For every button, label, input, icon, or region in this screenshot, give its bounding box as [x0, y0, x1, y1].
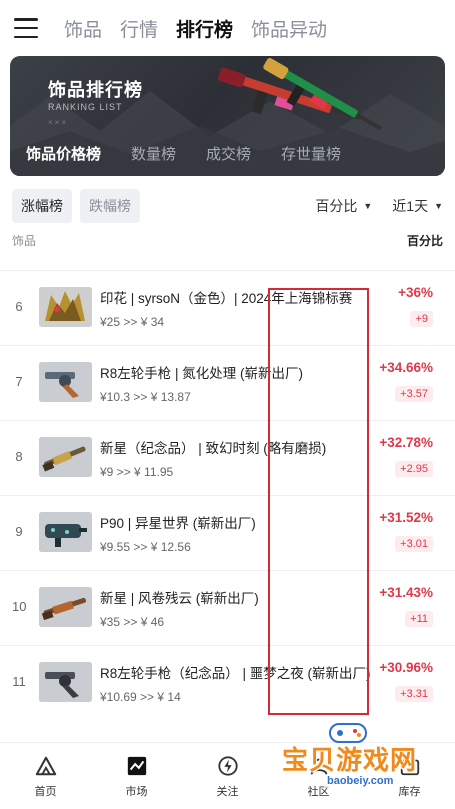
sticker-thumbnail	[39, 287, 92, 327]
ranking-list: 6 印花 | syrsoN（金色）| 2024年上海锦标赛 ¥25 >> ¥ 3…	[0, 270, 455, 720]
item-price-change: ¥9.55 >> ¥ 12.56	[100, 540, 191, 554]
period-dropdown[interactable]: 近1天 ▼	[392, 196, 443, 216]
item-price-delta-badge: +2.95	[395, 461, 433, 477]
item-price-change: ¥10.69 >> ¥ 14	[100, 690, 181, 704]
tab-supply-ranking[interactable]: 存世量榜	[281, 143, 341, 164]
tab-deal-ranking[interactable]: 成交榜	[206, 143, 251, 164]
follow-bolt-icon	[217, 756, 238, 776]
caret-down-icon: ▼	[434, 201, 443, 211]
community-icon	[310, 758, 327, 775]
item-name: P90 | 异星世界 (崭新出厂)	[100, 516, 256, 531]
item-price-delta-badge: +3.57	[395, 386, 433, 402]
item-price-delta-badge: +11	[405, 611, 433, 627]
metric-dropdown[interactable]: 百分比 ▼	[315, 196, 372, 216]
item-price-change: ¥10.3 >> ¥ 13.87	[100, 390, 191, 404]
caret-down-icon: ▼	[363, 201, 373, 211]
revolver-thumbnail	[39, 362, 92, 402]
tab-market-quotes[interactable]: 行情	[120, 15, 158, 42]
top-tabs: 饰品 行情 排行榜 饰品异动	[64, 15, 327, 42]
tab-accessory-movers[interactable]: 饰品异动	[251, 15, 327, 42]
banner-subtitle: RANKING LIST	[48, 102, 123, 112]
nav-inventory[interactable]: 库存	[364, 743, 455, 809]
rank-number: 6	[15, 299, 23, 314]
banner-marks: ×××	[48, 118, 69, 127]
filter-bar: 涨幅榜 跌幅榜 百分比 ▼ 近1天 ▼	[0, 186, 455, 226]
nav-market[interactable]: 市场	[91, 743, 182, 809]
item-price-change: ¥9 >> ¥ 11.95	[100, 465, 174, 479]
fall-ranking-toggle[interactable]: 跌幅榜	[80, 189, 140, 223]
item-percent-change: +36%	[398, 285, 433, 300]
tab-quantity-ranking[interactable]: 数量榜	[131, 143, 176, 164]
item-price-delta-badge: +9	[410, 311, 433, 327]
list-item[interactable]: 7 R8左轮手枪 | 氮化处理 (崭新出厂) ¥10.3 >> ¥ 13.87 …	[0, 345, 455, 420]
item-name: R8左轮手枪 | 氮化处理 (崭新出厂)	[100, 366, 304, 381]
period-dropdown-label: 近1天	[392, 198, 429, 214]
item-name: 新星（纪念品） | 致幻时刻 (略有磨损)	[100, 441, 327, 456]
item-percent-change: +31.43%	[379, 585, 433, 600]
rise-ranking-toggle[interactable]: 涨幅榜	[12, 189, 72, 223]
nav-market-label: 市场	[125, 786, 148, 798]
nav-home-label: 首页	[34, 786, 57, 798]
metric-dropdown-label: 百分比	[315, 198, 358, 214]
list-item[interactable]: 6 印花 | syrsoN（金色）| 2024年上海锦标赛 ¥25 >> ¥ 3…	[0, 270, 455, 345]
list-item[interactable]: 10 新星 | 风卷残云 (崭新出厂) ¥35 >> ¥ 46 +31.43% …	[0, 570, 455, 645]
item-percent-change: +32.78%	[379, 435, 433, 450]
item-price-delta-badge: +3.31	[395, 686, 433, 702]
tab-price-ranking[interactable]: 饰品价格榜	[26, 143, 101, 164]
item-percent-change: +34.66%	[379, 360, 433, 375]
nav-community-label: 社区	[307, 786, 330, 798]
list-item[interactable]: 11 R8左轮手枪（纪念品） | 噩梦之夜 (崭新出厂) ¥10.69 >> ¥…	[0, 645, 455, 720]
item-price-change: ¥25 >> ¥ 34	[100, 315, 165, 329]
bottom-navigation: 首页 市场 关注 社区 库存	[0, 742, 455, 809]
column-percent-label[interactable]: 百分比	[407, 232, 443, 252]
rank-number: 11	[12, 674, 26, 689]
nav-home[interactable]: 首页	[0, 743, 91, 809]
nav-follow-label: 关注	[216, 786, 239, 798]
nav-community[interactable]: 社区	[273, 743, 364, 809]
inventory-icon	[400, 756, 419, 776]
nav-inventory-label: 库存	[398, 786, 421, 798]
rank-number: 7	[15, 374, 23, 389]
banner-title: 饰品排行榜	[48, 80, 143, 100]
item-name: R8左轮手枪（纪念品） | 噩梦之夜 (崭新出厂)	[100, 666, 371, 681]
rank-number: 8	[15, 449, 23, 464]
nav-follow[interactable]: 关注	[182, 743, 273, 809]
list-item[interactable]: 8 新星（纪念品） | 致幻时刻 (略有磨损) ¥9 >> ¥ 11.95 +3…	[0, 420, 455, 495]
hamburger-menu-icon[interactable]	[14, 18, 38, 38]
item-name: 印花 | syrsoN（金色）| 2024年上海锦标赛	[100, 291, 353, 306]
shotgun-thumbnail	[39, 587, 92, 627]
item-price-delta-badge: +3.01	[395, 536, 433, 552]
ranking-banner: 饰品排行榜 RANKING LIST ××× 饰品价格榜 数量榜 成交榜 存世量…	[10, 56, 445, 176]
column-item-label: 饰品	[12, 234, 37, 248]
rank-number: 9	[15, 524, 23, 539]
item-percent-change: +31.52%	[379, 510, 433, 525]
tab-accessories[interactable]: 饰品	[64, 15, 102, 42]
list-item[interactable]: 9 P90 | 异星世界 (崭新出厂) ¥9.55 >> ¥ 12.56 +31…	[0, 495, 455, 570]
rank-number: 10	[12, 599, 27, 614]
item-percent-change: +30.96%	[379, 660, 433, 675]
item-name: 新星 | 风卷残云 (崭新出厂)	[100, 591, 259, 606]
p90-thumbnail	[39, 512, 92, 552]
market-chart-icon	[127, 756, 146, 776]
item-price-change: ¥35 >> ¥ 46	[100, 615, 165, 629]
list-column-header: 饰品 百分比	[0, 232, 455, 252]
ranking-type-tabs: 饰品价格榜 数量榜 成交榜 存世量榜	[10, 143, 341, 164]
tab-rankings[interactable]: 排行榜	[176, 15, 233, 42]
top-navigation: 饰品 行情 排行榜 饰品异动	[0, 0, 455, 56]
home-icon	[35, 756, 56, 776]
shotgun-thumbnail	[39, 437, 92, 477]
revolver-thumbnail	[39, 662, 92, 702]
